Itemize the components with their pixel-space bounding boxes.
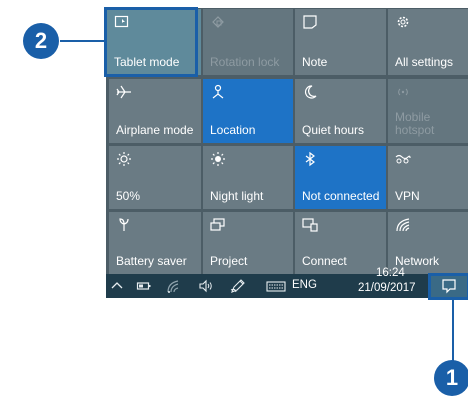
language-indicator[interactable]: ENG bbox=[292, 279, 317, 291]
tile-label: VPN bbox=[395, 189, 420, 203]
tile-all-settings[interactable]: All settings bbox=[388, 9, 468, 75]
tile-label: Location bbox=[210, 123, 256, 137]
night-light-icon bbox=[211, 152, 225, 166]
tile-connect[interactable]: Connect bbox=[295, 212, 386, 274]
tile-airplane-mode[interactable]: Airplane mode bbox=[109, 79, 201, 143]
tile-label: Airplane mode bbox=[116, 123, 194, 137]
callout-badge-2: 2 bbox=[23, 23, 59, 59]
location-icon bbox=[212, 84, 224, 99]
tile-note[interactable]: Note bbox=[295, 9, 386, 75]
moon-icon bbox=[304, 85, 317, 99]
tile-label: Connect bbox=[302, 254, 347, 268]
callout-badge-1: 1 bbox=[434, 360, 468, 396]
tile-battery-saver[interactable]: Battery saver bbox=[109, 212, 201, 274]
brightness-icon bbox=[117, 152, 131, 166]
callout-leader-line bbox=[60, 40, 106, 42]
gear-icon bbox=[397, 16, 409, 28]
tile-label: Rotation lock bbox=[210, 55, 280, 69]
clock-time[interactable]: 16:24 bbox=[376, 267, 405, 279]
tile-bluetooth[interactable]: Not connected bbox=[295, 146, 386, 209]
action-center-icon bbox=[442, 279, 456, 294]
project-icon bbox=[210, 218, 225, 231]
tile-label: Night light bbox=[210, 189, 264, 203]
tile-mobile-hotspot[interactable]: Mobile hotspot bbox=[388, 79, 468, 143]
pen-icon[interactable] bbox=[230, 278, 246, 294]
taskbar: ENG 16:24 21/09/2017 bbox=[106, 267, 468, 298]
tile-project[interactable]: Project bbox=[203, 212, 293, 274]
hotspot-icon bbox=[398, 88, 408, 96]
tile-label: 50% bbox=[116, 189, 141, 203]
highlight-frame bbox=[104, 7, 198, 77]
tile-label: Not connected bbox=[302, 189, 380, 203]
tile-label: Project bbox=[210, 254, 248, 268]
chevron-up-icon[interactable] bbox=[109, 278, 125, 294]
tile-label-line: hotspot bbox=[395, 123, 435, 137]
network-icon bbox=[396, 218, 410, 232]
clock-date[interactable]: 21/09/2017 bbox=[358, 282, 416, 294]
tile-rotation-lock[interactable]: Rotation lock bbox=[203, 9, 293, 75]
tile-label: All settings bbox=[395, 55, 454, 69]
battery-icon[interactable] bbox=[136, 278, 152, 294]
tile-label: Note bbox=[302, 55, 328, 69]
tile-brightness[interactable]: 50% bbox=[109, 146, 201, 209]
tile-night-light[interactable]: Night light bbox=[203, 146, 293, 209]
wifi-icon[interactable] bbox=[166, 278, 182, 294]
battery-saver-icon bbox=[119, 218, 129, 231]
keyboard-icon[interactable] bbox=[266, 278, 286, 294]
note-icon bbox=[303, 15, 317, 29]
tile-vpn[interactable]: VPN bbox=[388, 146, 468, 209]
tile-location[interactable]: Location bbox=[203, 79, 293, 143]
connect-icon bbox=[302, 218, 318, 232]
rotation-lock-icon bbox=[212, 16, 224, 28]
tile-label: Battery saver bbox=[116, 254, 187, 268]
tile-quiet-hours[interactable]: Quiet hours bbox=[295, 79, 386, 143]
airplane-icon bbox=[116, 85, 131, 99]
vpn-icon bbox=[395, 154, 411, 164]
tile-label: Mobile hotspot bbox=[395, 111, 434, 137]
volume-icon[interactable] bbox=[198, 278, 214, 294]
tile-label: Quiet hours bbox=[302, 123, 365, 137]
action-center-button[interactable] bbox=[431, 276, 467, 297]
tile-label-line: Mobile bbox=[395, 110, 431, 124]
callout-leader-line bbox=[452, 298, 454, 368]
tile-network[interactable]: Network bbox=[388, 212, 468, 274]
bluetooth-icon bbox=[305, 151, 315, 167]
